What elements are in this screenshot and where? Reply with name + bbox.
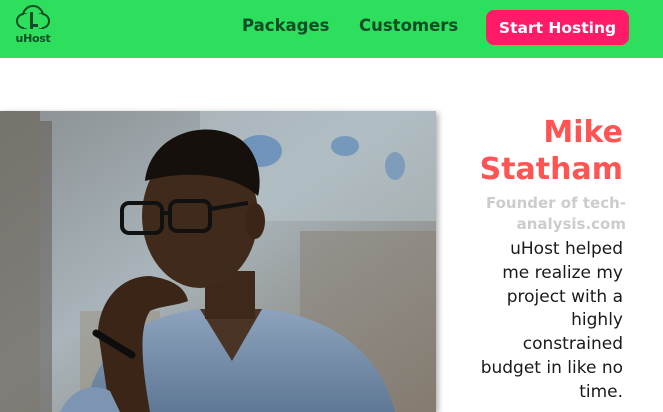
testimonial-quote: uHost helped me realize my project with … xyxy=(443,238,623,405)
site-header: uHost Packages Customers Start Hosting xyxy=(0,0,663,58)
customer-first-name: Mike xyxy=(543,115,623,150)
quote-line: constrained xyxy=(522,334,623,355)
customer-role: Founder of tech- analysis.com xyxy=(456,193,626,235)
customer-name: Mike Statham xyxy=(433,114,623,188)
customer-role-line: analysis.com xyxy=(516,215,626,233)
customer-photo xyxy=(0,111,436,412)
customer-role-line: Founder of tech- xyxy=(485,194,626,212)
quote-line: highly xyxy=(571,310,623,331)
customer-last-name: Statham xyxy=(479,152,623,187)
quote-line: me realize my xyxy=(502,262,623,283)
start-hosting-button[interactable]: Start Hosting xyxy=(486,10,629,45)
nav-link-customers[interactable]: Customers xyxy=(359,16,458,35)
quote-line: time. xyxy=(579,381,623,402)
logo-text: uHost xyxy=(15,32,51,45)
customer-portrait-image xyxy=(0,111,436,412)
uhost-logo[interactable]: uHost xyxy=(10,4,56,48)
quote-line: uHost helped xyxy=(510,239,623,259)
nav-link-packages[interactable]: Packages xyxy=(242,16,330,35)
quote-line: project with a xyxy=(506,286,623,307)
quote-line: budget in like no xyxy=(480,357,623,378)
